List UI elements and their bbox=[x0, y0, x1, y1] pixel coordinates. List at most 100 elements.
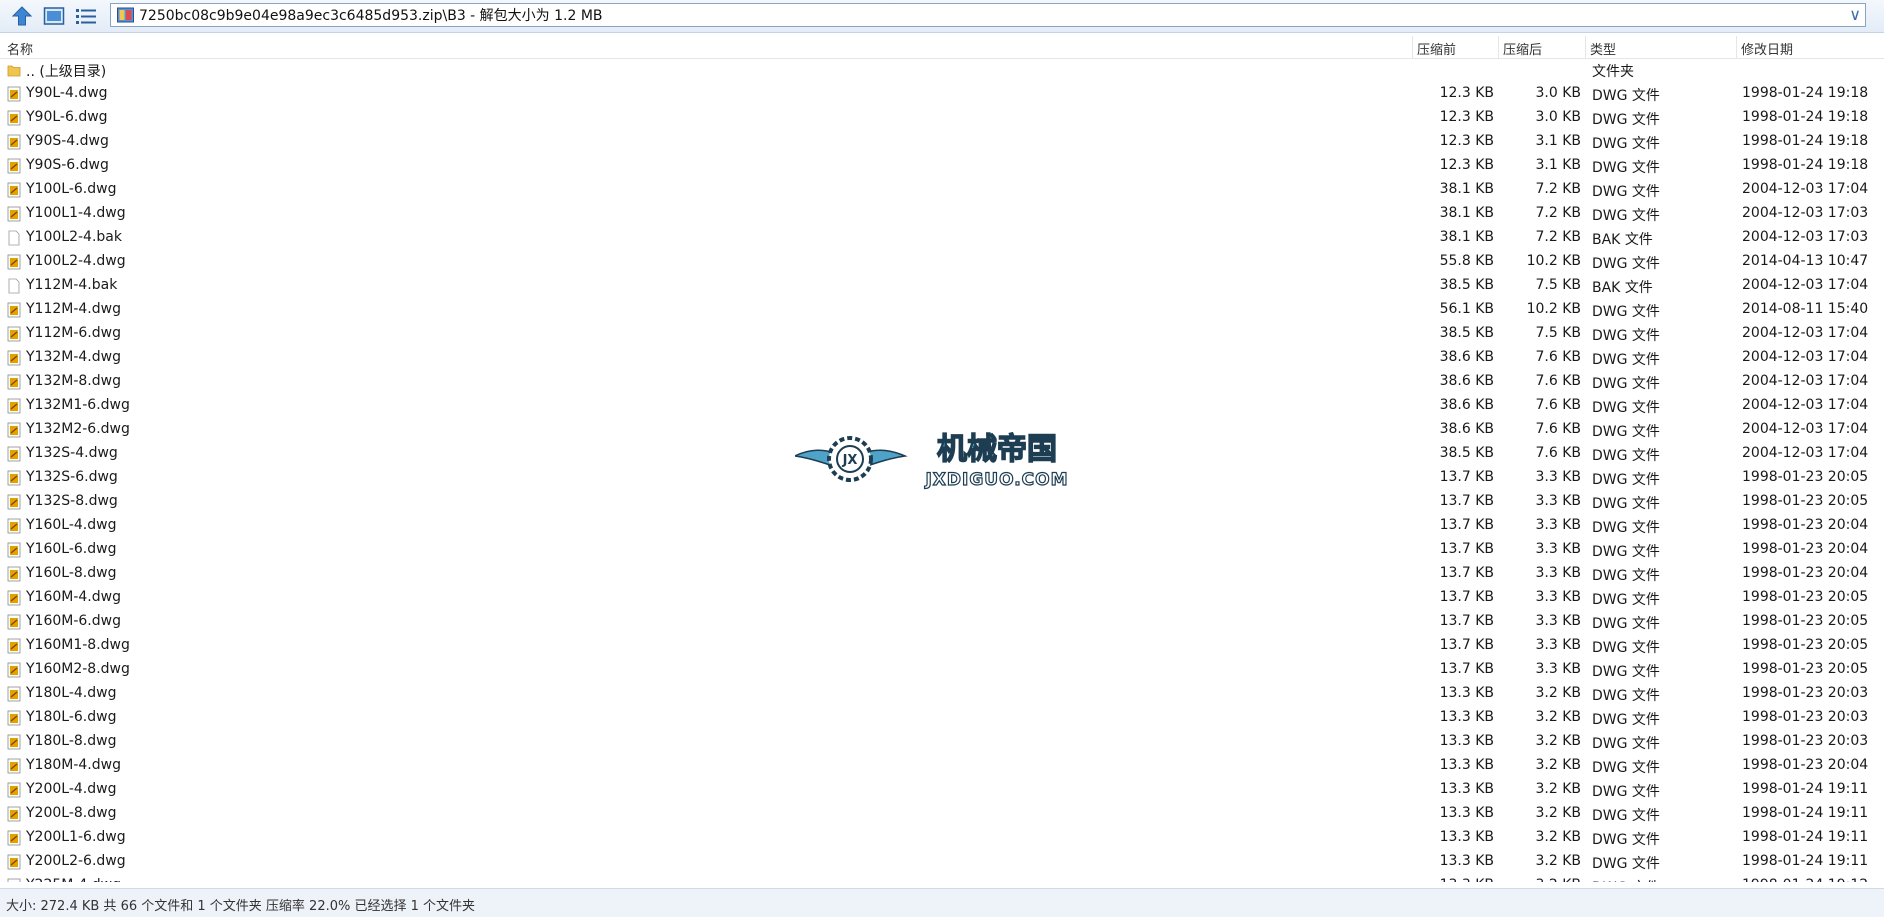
file-compressed-size: 10.2 KB bbox=[1526, 253, 1581, 269]
file-name: Y100L2-4.dwg bbox=[26, 253, 126, 269]
dwg-file-icon bbox=[7, 110, 21, 126]
file-name: Y90L-4.dwg bbox=[26, 85, 108, 101]
list-icon bbox=[76, 9, 96, 24]
file-name: Y160M-6.dwg bbox=[26, 613, 121, 629]
file-type: DWG 文件 bbox=[1592, 88, 1660, 104]
file-row[interactable]: Y160M1-8.dwg 13.7 KB 3.3 KB DWG 文件 1998-01-2… bbox=[0, 634, 1884, 658]
file-modified-date: 1998-01-24 19:18 bbox=[1742, 157, 1869, 173]
file-type: DWG 文件 bbox=[1592, 736, 1660, 752]
dwg-file-icon bbox=[7, 806, 21, 822]
file-type: BAK 文件 bbox=[1592, 232, 1653, 248]
file-type: DWG 文件 bbox=[1592, 472, 1660, 488]
file-row[interactable]: Y112M-6.dwg 38.5 KB 7.5 KB DWG 文件 2004-12-03… bbox=[0, 322, 1884, 346]
file-name: Y132M-4.dwg bbox=[26, 349, 121, 365]
file-type: DWG 文件 bbox=[1592, 760, 1660, 776]
file-row[interactable]: Y180L-4.dwg 13.3 KB 3.2 KB DWG 文件 1998-01-23… bbox=[0, 682, 1884, 706]
dwg-file-icon bbox=[7, 158, 21, 174]
file-compressed-size: 7.2 KB bbox=[1535, 229, 1582, 245]
file-original-size: 13.7 KB bbox=[1439, 661, 1494, 677]
column-type[interactable]: 类型 bbox=[1590, 39, 1616, 58]
file-row[interactable]: Y160M-4.dwg 13.7 KB 3.3 KB DWG 文件 1998-01-23… bbox=[0, 586, 1884, 610]
file-original-size: 38.6 KB bbox=[1439, 421, 1494, 437]
file-name: Y160L-4.dwg bbox=[26, 517, 117, 533]
file-row[interactable]: Y160L-4.dwg 13.7 KB 3.3 KB DWG 文件 1998-01-23… bbox=[0, 514, 1884, 538]
file-row[interactable]: Y160M-6.dwg 13.7 KB 3.3 KB DWG 文件 1998-01-23… bbox=[0, 610, 1884, 634]
file-modified-date: 2014-08-11 15:40 bbox=[1742, 301, 1869, 317]
file-row[interactable]: Y100L-6.dwg 38.1 KB 7.2 KB DWG 文件 2004-12-03… bbox=[0, 178, 1884, 202]
dwg-file-icon bbox=[7, 758, 21, 774]
dwg-file-icon bbox=[7, 614, 21, 630]
file-row[interactable]: Y100L2-4.dwg 55.8 KB 10.2 KB DWG 文件 2014-04-… bbox=[0, 250, 1884, 274]
emblem-text: JX bbox=[842, 453, 858, 468]
column-divider[interactable] bbox=[1585, 36, 1586, 58]
file-modified-date: 1998-01-24 19:18 bbox=[1742, 85, 1869, 101]
file-modified-date: 2004-12-03 17:04 bbox=[1742, 421, 1869, 437]
column-name[interactable]: 名称 bbox=[7, 39, 33, 58]
file-row[interactable]: Y132M-4.dwg 38.6 KB 7.6 KB DWG 文件 2004-12-03… bbox=[0, 346, 1884, 370]
file-modified-date: 2004-12-03 17:04 bbox=[1742, 325, 1869, 341]
dwg-file-icon bbox=[7, 134, 21, 150]
file-row[interactable]: Y200L-4.dwg 13.3 KB 3.2 KB DWG 文件 1998-01-24… bbox=[0, 778, 1884, 802]
file-compressed-size: 7.6 KB bbox=[1535, 445, 1582, 461]
file-type: DWG 文件 bbox=[1592, 304, 1660, 320]
file-original-size: 13.3 KB bbox=[1439, 685, 1494, 701]
file-compressed-size: 3.3 KB bbox=[1535, 589, 1582, 605]
dwg-file-icon bbox=[7, 638, 21, 654]
dwg-file-icon bbox=[7, 254, 21, 270]
file-row[interactable]: Y200L-8.dwg 13.3 KB 3.2 KB DWG 文件 1998-01-24… bbox=[0, 802, 1884, 826]
chevron-down-icon[interactable]: ∨ bbox=[1849, 5, 1861, 24]
dwg-file-icon bbox=[7, 590, 21, 606]
column-modified[interactable]: 修改日期 bbox=[1741, 39, 1793, 58]
dwg-file-icon bbox=[7, 182, 21, 198]
file-compressed-size: 3.2 KB bbox=[1536, 877, 1582, 882]
column-divider[interactable] bbox=[1498, 36, 1499, 58]
file-name: Y160M2-8.dwg bbox=[26, 661, 130, 677]
file-original-size: 13.3 KB bbox=[1439, 853, 1494, 869]
file-row[interactable]: Y132M-8.dwg 38.6 KB 7.6 KB DWG 文件 2004-12-03… bbox=[0, 370, 1884, 394]
file-type: DWG 文件 bbox=[1592, 712, 1660, 728]
file-modified-date: 2004-12-03 17:04 bbox=[1742, 445, 1869, 461]
file-row[interactable]: Y180L-8.dwg 13.3 KB 3.2 KB DWG 文件 1998-01-23… bbox=[0, 730, 1884, 754]
file-row[interactable]: Y132S-8.dwg 13.7 KB 3.3 KB DWG 文件 1998-01-23… bbox=[0, 490, 1884, 514]
parent-directory-row[interactable]: .. (上级目录) 文件夹 bbox=[0, 58, 1884, 82]
file-modified-date: 1998-01-23 20:03 bbox=[1742, 685, 1869, 701]
file-row[interactable]: Y160L-8.dwg 13.7 KB 3.3 KB DWG 文件 1998-01-23… bbox=[0, 562, 1884, 586]
file-row[interactable]: Y90S-6.dwg 12.3 KB 3.1 KB DWG 文件 1998-01-24 … bbox=[0, 154, 1884, 178]
dwg-file-icon bbox=[7, 782, 21, 798]
file-original-size: 56.1 KB bbox=[1439, 301, 1494, 317]
up-level-button[interactable] bbox=[8, 3, 36, 29]
file-compressed-size: 3.3 KB bbox=[1535, 661, 1582, 677]
file-type: DWG 文件 bbox=[1592, 424, 1660, 440]
file-row[interactable]: Y180L-6.dwg 13.3 KB 3.2 KB DWG 文件 1998-01-23… bbox=[0, 706, 1884, 730]
dwg-file-icon bbox=[7, 446, 21, 462]
file-name: Y132M-8.dwg bbox=[26, 373, 121, 389]
file-row[interactable]: Y132M1-6.dwg 38.6 KB 7.6 KB DWG 文件 2004-12-0… bbox=[0, 394, 1884, 418]
file-row[interactable]: Y90S-4.dwg 12.3 KB 3.1 KB DWG 文件 1998-01-24 … bbox=[0, 130, 1884, 154]
view-mode-button[interactable] bbox=[40, 3, 68, 29]
file-row[interactable]: Y200L1-6.dwg 13.3 KB 3.2 KB DWG 文件 1998-01-2… bbox=[0, 826, 1884, 850]
list-view-button[interactable] bbox=[72, 3, 100, 29]
file-modified-date: 1998-01-24 19:12 bbox=[1742, 877, 1868, 882]
file-name: .. (上级目录) bbox=[26, 64, 107, 80]
file-type: DWG 文件 bbox=[1592, 640, 1660, 656]
address-bar[interactable]: 7250bc08c9b9e04e98a9ec3c6485d953.zip\B3 … bbox=[110, 3, 1866, 27]
file-row[interactable]: Y160L-6.dwg 13.7 KB 3.3 KB DWG 文件 1998-01-23… bbox=[0, 538, 1884, 562]
file-row[interactable]: Y225M-4.dwg 13.3 KB 3.2 KB DWG 文件 1998-01-24… bbox=[0, 874, 1884, 882]
file-row[interactable]: Y100L1-4.dwg 38.1 KB 7.2 KB DWG 文件 2004-12-0… bbox=[0, 202, 1884, 226]
file-row[interactable]: Y160M2-8.dwg 13.7 KB 3.3 KB DWG 文件 1998-01-2… bbox=[0, 658, 1884, 682]
column-divider[interactable] bbox=[1412, 36, 1413, 58]
file-row[interactable]: Y180M-4.dwg 13.3 KB 3.2 KB DWG 文件 1998-01-23… bbox=[0, 754, 1884, 778]
file-row[interactable]: Y100L2-4.bak 38.1 KB 7.2 KB BAK 文件 2004-12-0… bbox=[0, 226, 1884, 250]
file-row[interactable]: Y90L-6.dwg 12.3 KB 3.0 KB DWG 文件 1998-01-24 … bbox=[0, 106, 1884, 130]
file-row[interactable]: Y112M-4.dwg 56.1 KB 10.2 KB DWG 文件 2014-08-1… bbox=[0, 298, 1884, 322]
file-compressed-size: 3.3 KB bbox=[1535, 637, 1582, 653]
column-divider[interactable] bbox=[1736, 36, 1737, 58]
file-row[interactable]: Y200L2-6.dwg 13.3 KB 3.2 KB DWG 文件 1998-01-2… bbox=[0, 850, 1884, 874]
file-row[interactable]: Y90L-4.dwg 12.3 KB 3.0 KB DWG 文件 1998-01-24 … bbox=[0, 82, 1884, 106]
file-name: Y100L2-4.bak bbox=[26, 229, 122, 245]
file-row[interactable]: Y112M-4.bak 38.5 KB 7.5 KB BAK 文件 2004-12-03… bbox=[0, 274, 1884, 298]
file-original-size: 12.3 KB bbox=[1439, 133, 1494, 149]
column-original-size[interactable]: 压缩前 bbox=[1417, 39, 1456, 58]
column-compressed-size[interactable]: 压缩后 bbox=[1503, 39, 1542, 58]
file-type: DWG 文件 bbox=[1592, 136, 1660, 152]
